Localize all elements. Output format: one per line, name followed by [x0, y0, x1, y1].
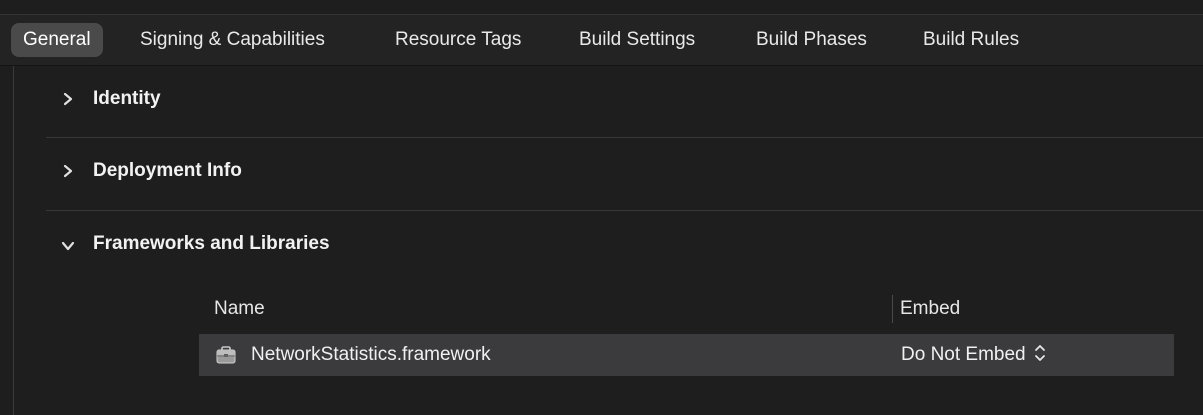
- chevron-right-icon[interactable]: [62, 164, 74, 178]
- section-title-frameworks-libraries: Frameworks and Libraries: [93, 233, 330, 254]
- tab-signing-capabilities[interactable]: Signing & Capabilities: [140, 23, 325, 57]
- navigator-edge: [13, 66, 14, 415]
- section-title-identity: Identity: [93, 88, 161, 109]
- section-identity[interactable]: Identity: [46, 66, 1203, 138]
- framework-name: NetworkStatistics.framework: [251, 344, 491, 365]
- chevron-right-icon[interactable]: [62, 92, 74, 106]
- editor-tab-bar: General Signing & Capabilities Resource …: [0, 15, 1203, 66]
- section-title-deployment-info: Deployment Info: [93, 160, 242, 181]
- framework-toolbox-icon: [216, 346, 236, 364]
- section-frameworks-libraries[interactable]: Frameworks and Libraries: [46, 211, 1203, 283]
- embed-value: Do Not Embed: [901, 344, 1026, 365]
- table-row[interactable]: NetworkStatistics.framework Do Not Embed: [199, 334, 1174, 376]
- column-header-name[interactable]: Name: [214, 298, 265, 320]
- up-down-chevron-icon: [1034, 345, 1045, 361]
- column-divider[interactable]: [892, 295, 893, 323]
- tab-build-phases[interactable]: Build Phases: [756, 23, 867, 57]
- column-header-embed[interactable]: Embed: [900, 298, 960, 320]
- tab-general[interactable]: General: [11, 23, 103, 57]
- section-deployment-info[interactable]: Deployment Info: [46, 138, 1203, 210]
- embed-popup-button[interactable]: Do Not Embed: [901, 338, 1046, 372]
- general-settings-pane: Identity Deployment Info Frameworks and …: [0, 66, 1203, 415]
- tab-build-rules[interactable]: Build Rules: [923, 23, 1019, 57]
- chevron-down-icon[interactable]: [61, 240, 75, 252]
- tab-resource-tags[interactable]: Resource Tags: [395, 23, 521, 57]
- tab-build-settings[interactable]: Build Settings: [579, 23, 695, 57]
